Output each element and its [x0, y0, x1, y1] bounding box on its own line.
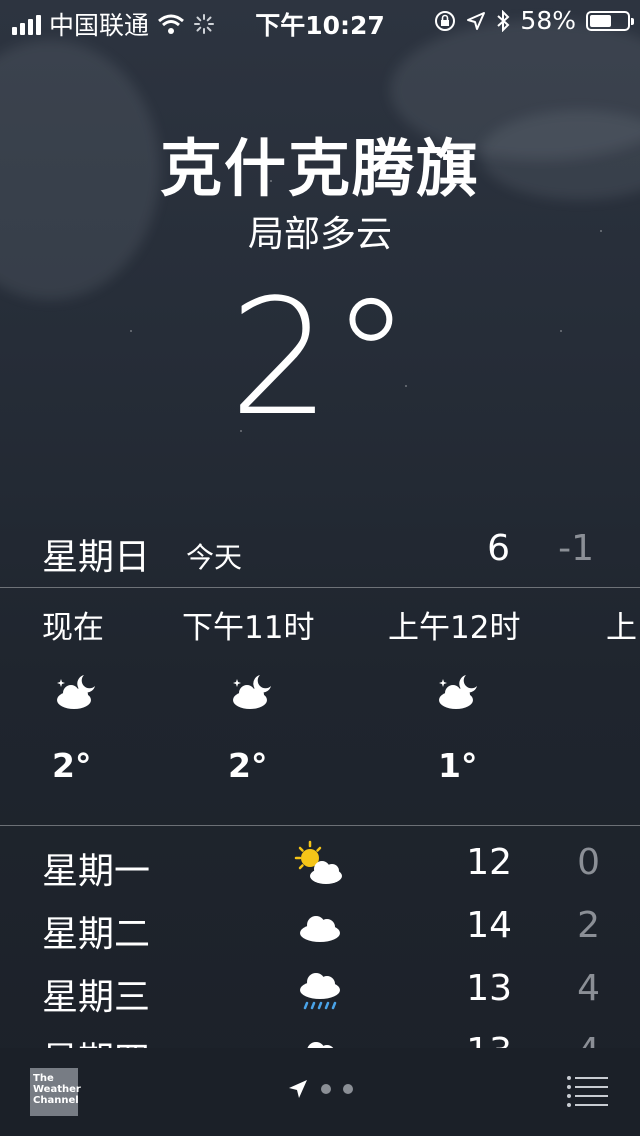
hour-label: 上 — [606, 610, 637, 646]
today-low: -1 — [558, 528, 594, 569]
status-bar: 中国联通 下午10:27 58% — [0, 0, 640, 40]
daily-row: 星期二 14 2 — [0, 895, 640, 957]
day-low: 2 — [577, 905, 600, 946]
battery-percent: 58% — [520, 6, 576, 35]
battery-level-fill — [590, 14, 611, 27]
hour-temperature: 1° — [438, 746, 478, 785]
day-low: 0 — [577, 842, 600, 883]
day-high: 13 — [466, 1031, 512, 1048]
hour-label: 上午12时 — [388, 610, 521, 646]
day-high: 12 — [466, 842, 512, 883]
day-low: 4 — [577, 1031, 600, 1048]
status-bar-right: 58% — [434, 6, 634, 35]
bottom-toolbar: The Weather Channel — [0, 1048, 640, 1136]
today-high: 6 — [487, 528, 510, 569]
battery-icon — [586, 10, 634, 31]
today-tag: 今天 — [186, 541, 243, 574]
daily-forecast[interactable]: 星期一 12 0 星期二 14 2 星期三 13 4 — [0, 830, 640, 1048]
day-low: 4 — [577, 968, 600, 1009]
day-high: 14 — [466, 905, 512, 946]
day-name: 星期一 — [42, 851, 151, 892]
divider — [0, 587, 640, 588]
day-high: 13 — [466, 968, 512, 1009]
rain-icon — [300, 973, 340, 1010]
hour-temperature: 2° — [228, 746, 268, 785]
current-temperature: 2° — [229, 264, 411, 451]
location-arrow-icon — [467, 11, 486, 30]
cloud-icon — [300, 916, 340, 942]
partly-cloudy-night-icon — [57, 675, 95, 709]
hour-temperature: 2° — [52, 746, 92, 785]
today-summary-row: 星期日 今天 6 -1 — [0, 528, 640, 578]
day-name: 星期二 — [42, 914, 151, 955]
hour-label: 下午11时 — [182, 610, 315, 646]
page-indicator[interactable] — [0, 1078, 640, 1100]
hourly-forecast[interactable]: 现在 2° 下午11时 2° 上午12时 1° 上 — [0, 590, 640, 824]
divider — [0, 825, 640, 826]
orientation-lock-icon — [435, 10, 456, 31]
daily-row: 星期三 13 4 — [0, 958, 640, 1020]
weather-condition: 局部多云 — [247, 214, 392, 255]
daily-row: 星期四 13 4 — [0, 1021, 640, 1048]
today-day-name: 星期日 — [42, 537, 151, 578]
partly-sunny-icon — [294, 840, 342, 884]
day-name: 星期四 — [42, 1031, 150, 1048]
location-arrow-icon — [289, 1080, 307, 1098]
partly-cloudy-night-icon — [439, 675, 477, 709]
page-dot-icon — [321, 1084, 331, 1094]
city-name: 克什克腾旗 — [159, 132, 480, 205]
partly-cloudy-night-icon — [233, 675, 271, 709]
daily-row: 星期一 12 0 — [0, 832, 640, 894]
page-dot-icon — [343, 1084, 353, 1094]
bluetooth-icon — [497, 9, 510, 32]
hour-label: 现在 — [42, 610, 104, 646]
weather-screen: 中国联通 下午10:27 58% 克什克腾旗 局部多云 2° 星期日 今天 6 … — [0, 0, 640, 1136]
list-icon[interactable] — [566, 1074, 610, 1110]
day-name: 星期三 — [42, 977, 151, 1018]
cloud-icon — [307, 1042, 334, 1048]
